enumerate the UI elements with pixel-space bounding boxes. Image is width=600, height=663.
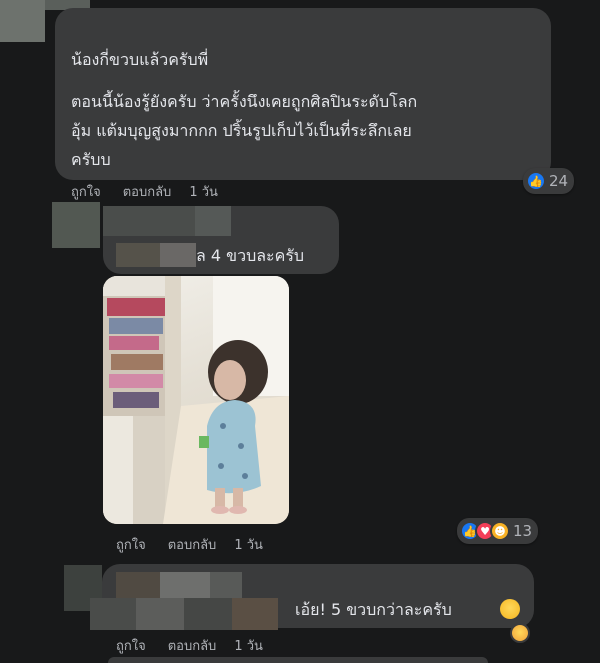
comment-3-actions: ถูกใจ ตอบกลับ 1 วัน — [116, 635, 263, 656]
like-button[interactable]: ถูกใจ — [116, 635, 146, 656]
reply-button[interactable]: ตอบกลับ — [168, 534, 217, 555]
comment-1-line-3: อุ้ม แต้มบุญสูงมากกก ปริ้นรูปเก็บไว้เป็น… — [71, 121, 412, 140]
reply-button[interactable]: ตอบกลับ — [168, 635, 217, 656]
reaction-count-1: 24 — [549, 172, 569, 190]
pixelated-name-3c — [210, 572, 242, 598]
comment-3-text: เอ้ย! 5 ขวบกว่าละครับ — [295, 600, 452, 619]
like-button[interactable]: ถูกใจ — [71, 181, 101, 202]
grin-sweat-emoji — [500, 599, 520, 619]
like-icon: 👍 — [526, 171, 546, 191]
pixelated-text-2b — [160, 243, 196, 267]
reaction-summary-1[interactable]: 👍 24 — [523, 168, 575, 194]
pixelated-name-3a — [116, 572, 160, 598]
reply-button[interactable]: ตอบกลับ — [123, 181, 172, 202]
pixelated-avatar-top — [0, 0, 45, 42]
comment-photo[interactable] — [103, 276, 289, 524]
reaction-count-2: 13 — [513, 522, 533, 540]
photo-scene — [103, 276, 289, 524]
pixelated-text-3d — [232, 598, 278, 630]
next-comment-edge — [108, 657, 488, 663]
kiss-emoji[interactable] — [510, 623, 530, 643]
reaction-summary-2[interactable]: 👍 ♥ ☻ 13 — [457, 518, 539, 544]
like-button[interactable]: ถูกใจ — [116, 534, 146, 555]
pixelated-name-2b — [195, 206, 231, 236]
pixelated-text-3b — [136, 598, 184, 630]
timestamp[interactable]: 1 วัน — [234, 635, 263, 656]
pixelated-name-3b — [160, 572, 210, 598]
pixelated-text-3a — [90, 598, 136, 630]
haha-icon: ☻ — [490, 521, 510, 541]
comment-1-line-1: น้องกี่ขวบแล้วครับพี่ — [71, 50, 209, 69]
comment-1-line-2: ตอนนี้น้องรู้ยังครับ ว่าครั้งนึงเคยถูกศิ… — [71, 92, 418, 111]
pixelated-avatar-2 — [52, 202, 100, 248]
timestamp[interactable]: 1 วัน — [234, 534, 263, 555]
comment-2-actions: ถูกใจ ตอบกลับ 1 วัน — [116, 534, 263, 555]
timestamp[interactable]: 1 วัน — [189, 181, 218, 202]
pixelated-text-2a — [116, 243, 160, 267]
comment-1-line-4: ครับบ — [71, 150, 111, 169]
pixelated-text-3c — [184, 598, 232, 630]
comment-1-actions: ถูกใจ ตอบกลับ 1 วัน — [71, 181, 218, 202]
pixelated-name-2a — [103, 206, 195, 236]
comment-2-text: ล 4 ขวบละครับ — [196, 246, 305, 265]
